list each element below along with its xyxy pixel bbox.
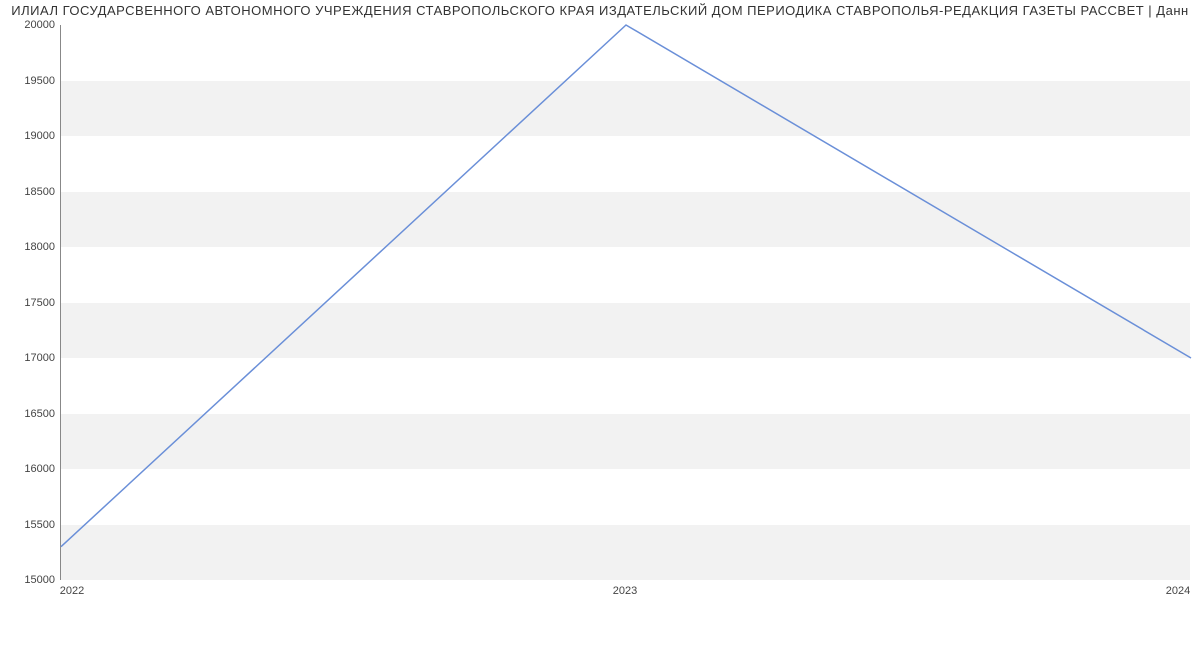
x-tick-label: 2022 <box>60 585 84 597</box>
y-tick-label: 17000 <box>24 352 55 364</box>
y-tick-label: 18000 <box>24 241 55 253</box>
y-tick-label: 19000 <box>24 130 55 142</box>
y-tick-label: 15000 <box>24 574 55 586</box>
y-tick-label: 15500 <box>24 519 55 531</box>
chart-area: 1500015500160001650017000175001800018500… <box>60 25 1190 615</box>
y-tick-label: 16500 <box>24 408 55 420</box>
y-tick-label: 20000 <box>24 19 55 31</box>
y-tick-label: 16000 <box>24 463 55 475</box>
y-tick-label: 19500 <box>24 75 55 87</box>
line-series <box>61 25 1191 580</box>
y-tick-label: 17500 <box>24 297 55 309</box>
x-tick-label: 2023 <box>613 585 637 597</box>
x-tick-label: 2024 <box>1166 585 1190 597</box>
plot-region <box>60 25 1190 580</box>
chart-title: ИЛИАЛ ГОСУДАРСВЕННОГО АВТОНОМНОГО УЧРЕЖД… <box>0 3 1200 18</box>
y-tick-label: 18500 <box>24 186 55 198</box>
line-path <box>61 25 1191 547</box>
